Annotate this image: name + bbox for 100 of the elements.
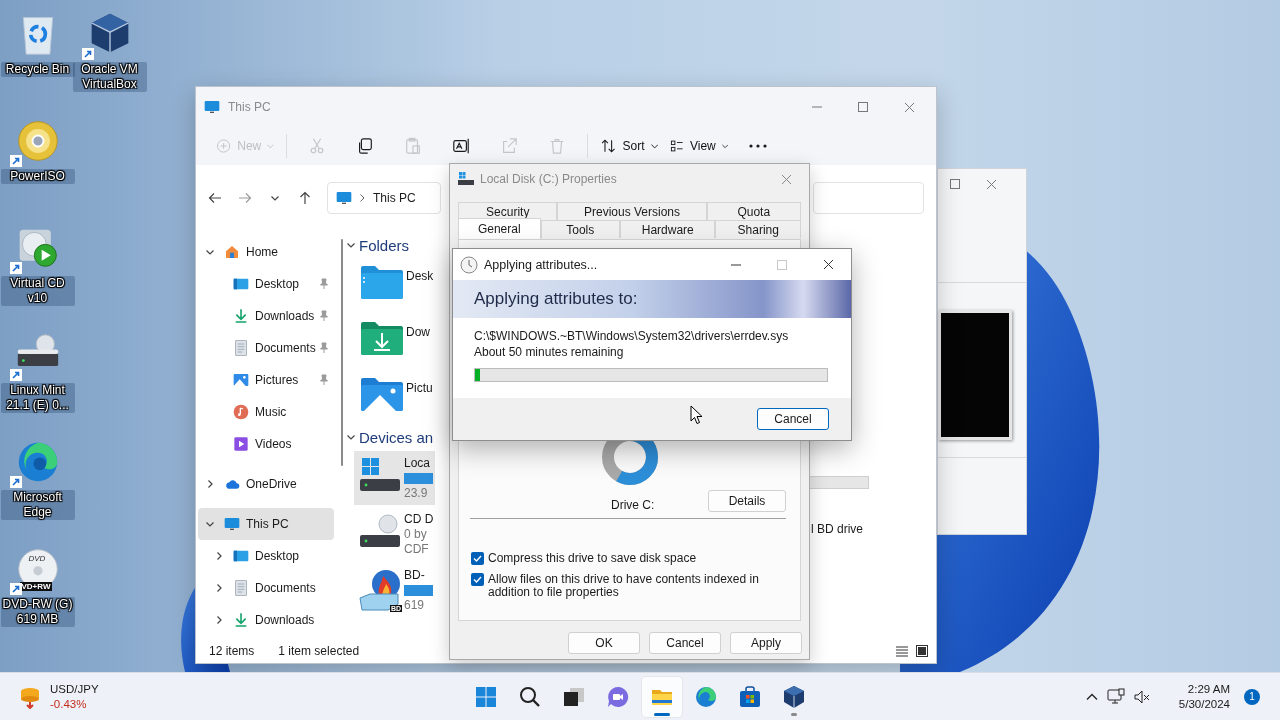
nav-item[interactable]: OneDrive [198,468,334,500]
caret-icon [267,143,274,149]
desktop-icon-label[interactable]: Virtual CD v10 [0,276,75,306]
search-field[interactable] [813,182,924,214]
video-icon [233,436,249,452]
close-button[interactable] [822,259,834,270]
maximize-button[interactable] [858,102,868,112]
drive-icon [458,172,474,186]
nav-item[interactable]: This PC [198,508,334,540]
clock[interactable]: 2:29 AM 5/30/2024 [1178,681,1230,712]
download-icon [233,308,249,324]
nav-item[interactable]: Desktop [198,540,334,572]
document-icon [233,340,249,356]
time-remaining: About 50 minutes remaining [474,344,625,360]
currency-pair[interactable]: USD/JPY [50,681,99,697]
breadcrumb-separator-icon [360,194,365,202]
monitor-icon [336,190,352,206]
section-header[interactable]: Devices an [359,428,434,446]
rate-change: -0.43% [50,696,88,712]
back-arrow-icon[interactable] [208,191,222,205]
tab[interactable]: Quota [706,202,801,220]
section-header[interactable]: Folders [359,236,410,254]
desktop-icon [233,548,249,564]
drive-detail: 619 [404,597,426,613]
nav-item[interactable]: Documents [198,572,334,604]
desktop-icon-label[interactable]: DVD-RW (G) 619 MB [0,597,75,627]
chevron-icon[interactable] [214,615,224,625]
address-bar[interactable]: This PC [327,182,441,214]
document-icon [233,580,249,596]
dialog-title: Local Disk (C:) Properties [480,172,618,186]
drive-detail: CDF [404,541,430,557]
maximize-button[interactable] [950,179,960,189]
details-view-icon[interactable] [896,645,908,657]
dialog-button[interactable]: Apply [730,632,802,654]
tab[interactable]: Previous Versions [557,202,707,220]
checkbox[interactable] [471,552,484,565]
tab[interactable]: Hardware [620,220,716,238]
desktop-icon-label[interactable]: Oracle VM VirtualBox [72,62,147,92]
nav-item[interactable]: Desktop [198,268,334,300]
search-icon [518,684,542,709]
folder-name[interactable]: Dow [406,325,430,339]
drive-description: l BD drive [811,522,864,536]
clock-icon [460,255,478,274]
drive-name: CD D [404,511,434,527]
file-path: C:\$WINDOWS.~BT\Windows\System32\drivers\errdev.sys [474,328,790,344]
view-button[interactable]: View [664,130,734,162]
chevron-icon[interactable] [214,551,224,561]
checkbox[interactable] [471,573,484,586]
tab[interactable]: Sharing [715,220,801,238]
nav-item[interactable]: Music [198,396,334,428]
flame-drive-icon [358,568,402,612]
caret-icon [650,143,658,149]
folder-name[interactable]: Pictu [406,381,433,395]
picture-folder-icon [360,376,404,412]
chevron-icon[interactable] [346,240,356,250]
network-icon[interactable] [1106,687,1125,706]
sort-button[interactable]: Sort [594,130,664,162]
drive-name: Loca [404,455,432,471]
home-icon [224,244,240,260]
drive-tile[interactable]: Loca 23.9 [354,451,435,505]
chevron-icon[interactable] [214,583,224,593]
chevron-icon[interactable] [205,519,215,529]
selection-count: 1 item selected [278,644,360,658]
drive-tile[interactable]: CD D 0 by CDF [354,507,435,561]
nav-item[interactable]: Downloads [198,604,334,636]
details-button[interactable]: Details [708,490,786,512]
disc-label: DVD [28,554,46,563]
scrollbar[interactable] [341,239,343,466]
desktop-icon-label[interactable]: Recycle Bin [0,62,75,77]
folder-name[interactable]: Desk [406,269,434,283]
desktop-icon-label[interactable]: Linux Mint 21.1 (E) 0... [0,383,75,413]
up-arrow-icon[interactable] [298,191,312,205]
tab[interactable]: Tools [540,220,621,238]
download-folder-icon [360,320,404,356]
item-count: 12 items [209,644,255,658]
dialog-button[interactable]: Cancel [649,632,721,654]
drive-label: Drive C: [611,498,655,512]
nav-item[interactable]: Videos [198,428,334,460]
tab[interactable]: Security [458,202,558,220]
mouse-pointer-icon [690,405,704,425]
nav-item[interactable]: Pictures [198,364,334,396]
cancel-button[interactable]: Cancel [757,408,829,430]
dialog-heading: Applying attributes to: [453,280,851,318]
desktop-icon [233,276,249,292]
tiles-view-icon[interactable] [916,645,928,657]
chevron-icon[interactable] [205,247,215,257]
desktop-icon-label[interactable]: PowerISO [0,169,75,184]
store-bag-icon [738,684,762,709]
nav-item[interactable]: Home [198,236,334,268]
notification-badge[interactable]: 1 [1244,688,1260,705]
nav-item[interactable]: Downloads [198,300,334,332]
chevron-icon[interactable] [205,479,215,489]
recent-caret-icon[interactable] [270,193,280,203]
dialog-button[interactable]: OK [568,632,640,654]
desktop-icon-label[interactable]: Microsoft Edge [0,490,75,520]
disc-icon [15,119,60,163]
caret-icon [721,143,728,149]
nav-item[interactable]: Documents [198,332,334,364]
tab[interactable]: General [458,218,541,239]
chevron-icon[interactable] [346,432,356,442]
